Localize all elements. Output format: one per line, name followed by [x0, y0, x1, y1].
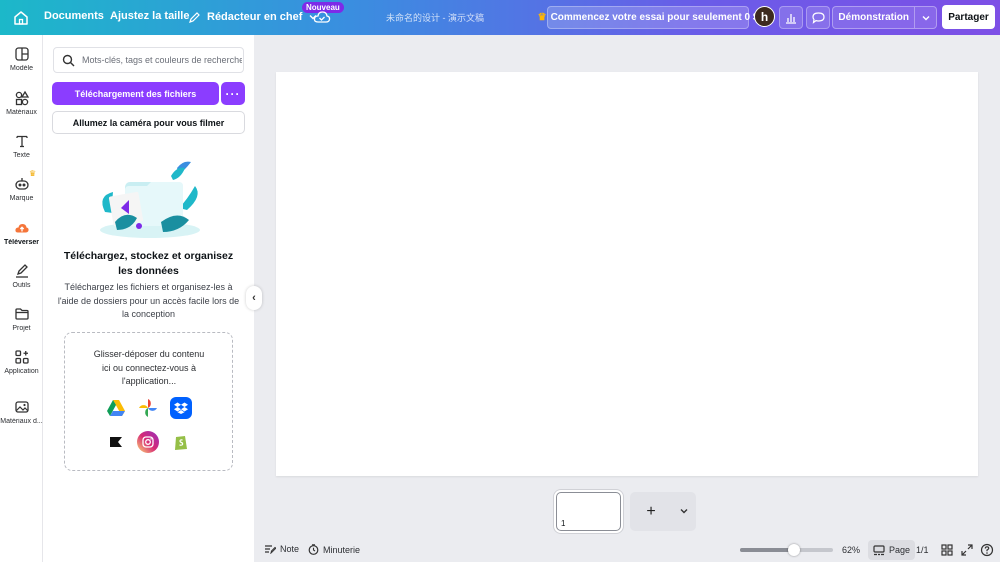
- drop-zone-text: Glisser-déposer du contenu ici ou connec…: [93, 349, 205, 386]
- cloud-check-icon[interactable]: [313, 9, 331, 25]
- dropbox-icon[interactable]: [170, 397, 192, 419]
- rail-item-template[interactable]: Modèle: [0, 46, 43, 72]
- search-icon: [62, 54, 75, 66]
- page-count: 1/1: [916, 545, 929, 555]
- analytics-button[interactable]: [779, 6, 803, 29]
- fullscreen-icon[interactable]: [960, 543, 974, 557]
- rail-item-text[interactable]: Texte: [0, 133, 43, 159]
- plus-icon: +: [646, 502, 656, 520]
- elements-icon: [15, 90, 29, 106]
- avatar[interactable]: h: [754, 6, 775, 27]
- top-bar: Documents Ajustez la taille Rédacteur en…: [0, 0, 1000, 35]
- rail-item-projects[interactable]: Projet: [0, 306, 43, 332]
- google-photos-icon[interactable]: [137, 397, 159, 419]
- chevron-down-icon[interactable]: [672, 505, 696, 519]
- hero-description: Téléchargez les fichiers et organisez-le…: [57, 282, 240, 319]
- design-canvas[interactable]: [276, 72, 978, 476]
- record-camera-button[interactable]: Allumez la caméra pour vous filmer: [52, 111, 245, 134]
- rail-label: Modèle: [10, 65, 33, 72]
- apps-icon: [14, 350, 29, 364]
- crown-icon: ♛: [29, 169, 37, 178]
- timer-label: Minuterie: [323, 544, 361, 555]
- notes-button[interactable]: Note: [264, 544, 299, 554]
- document-title[interactable]: 未命名的设计 - 演示文稿: [386, 11, 484, 24]
- chevron-down-icon[interactable]: [914, 7, 936, 28]
- page-view-button[interactable]: Page: [868, 540, 916, 560]
- pencil-icon: [189, 11, 200, 23]
- bottom-bar: Note Minuterie 62% Page 1/1: [254, 538, 1000, 562]
- collapse-panel-button[interactable]: ‹: [246, 286, 262, 310]
- flag-icon[interactable]: [105, 431, 127, 453]
- google-drive-icon[interactable]: [105, 397, 127, 419]
- photos-icon: [14, 401, 29, 413]
- help-icon[interactable]: [980, 543, 994, 557]
- trial-label: Commencez votre essai pour seulement 0 $: [550, 12, 759, 23]
- rail-item-draw[interactable]: Outils: [0, 263, 43, 289]
- rail-item-upload[interactable]: Téléverser: [0, 220, 43, 246]
- upload-icon: [14, 224, 29, 233]
- rail-label: Matériaux d...: [0, 418, 43, 425]
- add-page-button[interactable]: +: [630, 492, 696, 531]
- brand-icon: [14, 178, 29, 190]
- page-thumbnail[interactable]: 1: [556, 492, 621, 531]
- draw-icon: [15, 264, 28, 278]
- notes-label: Note: [280, 544, 300, 554]
- rail-label: Application: [4, 368, 39, 375]
- shopify-icon[interactable]: [170, 431, 192, 453]
- hero-title: Téléchargez, stockez et organisez les do…: [63, 250, 234, 277]
- comments-button[interactable]: [806, 6, 830, 29]
- rail-label: Outils: [12, 282, 31, 289]
- folder-icon: [14, 308, 29, 320]
- rail-item-apps[interactable]: Application: [0, 349, 43, 375]
- text-icon: [15, 135, 28, 148]
- documents-menu[interactable]: Documents: [44, 10, 104, 22]
- rail-label: Matériaux: [6, 109, 37, 116]
- zoom-slider-handle[interactable]: [787, 544, 800, 556]
- instagram-icon[interactable]: [137, 431, 159, 453]
- drop-zone[interactable]: Glisser-déposer du contenu ici ou connec…: [64, 332, 233, 471]
- trial-button[interactable]: ♛ Commencez votre essai pour seulement 0…: [538, 6, 758, 29]
- left-rail: Modèle Matériaux Texte ♛ Marque Télévers…: [0, 35, 43, 562]
- chevron-left-icon: ‹: [252, 292, 256, 304]
- rail-item-elements[interactable]: Matériaux: [0, 90, 43, 116]
- page-view-icon: [873, 544, 885, 555]
- grid-view-icon[interactable]: [940, 543, 954, 557]
- rail-item-photos[interactable]: Matériaux d...: [0, 399, 43, 425]
- bar-chart-icon: [786, 13, 796, 24]
- zoom-slider-fill: [740, 548, 794, 552]
- comment-icon: [811, 11, 825, 24]
- timer-button[interactable]: Minuterie: [308, 544, 360, 555]
- rail-label: Téléverser: [3, 239, 40, 246]
- notes-icon: [265, 545, 276, 554]
- share-button[interactable]: Partager: [942, 5, 995, 29]
- upload-files-button[interactable]: Téléchargement des fichiers: [52, 82, 219, 105]
- resize-menu[interactable]: Ajustez la taille: [110, 10, 189, 22]
- zoom-slider[interactable]: [740, 544, 833, 556]
- demo-button[interactable]: Démonstration: [832, 6, 937, 29]
- editor-mode-menu[interactable]: Rédacteur en chef: [188, 6, 318, 28]
- rail-item-brand[interactable]: ♛ Marque: [0, 169, 43, 202]
- upload-panel: Téléchargement des fichiers ··· Allumez …: [43, 35, 254, 562]
- search-box[interactable]: [53, 47, 244, 73]
- rail-label: Projet: [12, 325, 31, 332]
- editor-mode-label: Rédacteur en chef: [207, 11, 303, 23]
- demo-label: Démonstration: [838, 12, 909, 23]
- upload-illustration: [100, 161, 200, 238]
- zoom-value[interactable]: 62%: [842, 545, 860, 555]
- page-number: 1: [561, 519, 566, 528]
- search-input[interactable]: [82, 55, 242, 65]
- crown-icon: ♛: [537, 12, 547, 23]
- rail-label: Texte: [13, 152, 30, 159]
- timer-icon: [308, 544, 319, 555]
- page-view-label: Page: [889, 545, 911, 555]
- home-icon[interactable]: [12, 9, 30, 27]
- more-options-button[interactable]: ···: [221, 82, 245, 105]
- template-icon: [14, 47, 29, 61]
- rail-label: Marque: [9, 195, 34, 202]
